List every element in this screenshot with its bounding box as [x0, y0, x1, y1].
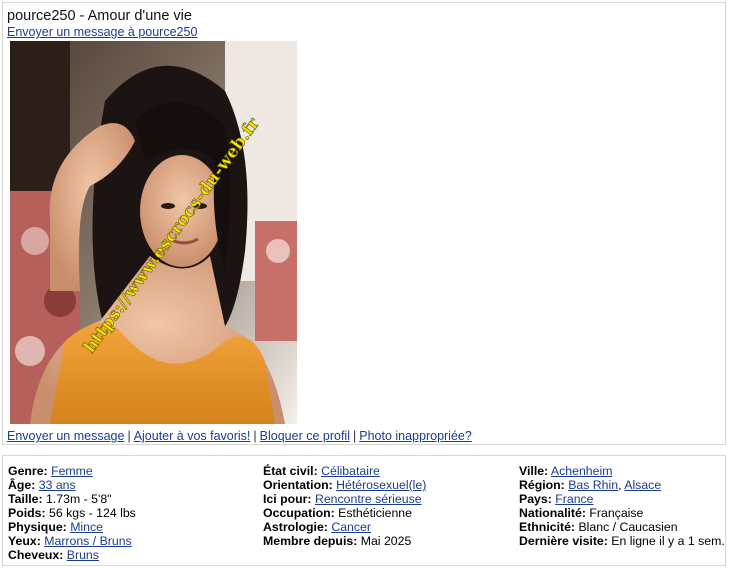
astrology-link[interactable]: Cancer: [331, 520, 371, 534]
detail-row-here-for: Ici pour: Rencontre sérieuse: [263, 492, 426, 506]
detail-label: Yeux:: [8, 534, 41, 548]
detail-label: Âge:: [8, 478, 36, 492]
detail-row-city: Ville: Achenheim: [519, 464, 725, 478]
weight-value: 56 kgs - 124 lbs: [49, 506, 136, 520]
detail-label: Région:: [519, 478, 565, 492]
detail-label: Occupation:: [263, 506, 335, 520]
detail-row-country: Pays: France: [519, 492, 725, 506]
detail-label: Nationalité:: [519, 506, 586, 520]
action-separator: |: [127, 429, 131, 443]
detail-row-occupation: Occupation: Esthéticienne: [263, 506, 426, 520]
age-link[interactable]: 33 ans: [39, 478, 76, 492]
detail-label: Physique:: [8, 520, 67, 534]
details-column-1: Genre: Femme Âge: 33 ans Taille: 1.73m -…: [8, 464, 136, 562]
detail-row-age: Âge: 33 ans: [8, 478, 136, 492]
detail-row-astrology: Astrologie: Cancer: [263, 520, 426, 534]
region-link[interactable]: Alsace: [624, 478, 661, 492]
detail-row-body: Physique: Mince: [8, 520, 136, 534]
action-separator: |: [352, 429, 357, 443]
detail-row-orientation: Orientation: Hétérosexuel(le): [263, 478, 426, 492]
detail-row-hair: Cheveux: Bruns: [8, 548, 136, 562]
hair-link[interactable]: Bruns: [67, 548, 99, 562]
detail-label: Ville:: [519, 464, 549, 478]
height-value: 1.73m - 5'8": [46, 492, 112, 506]
block-profile-action[interactable]: Bloquer ce profil: [260, 429, 350, 443]
detail-row-region: Région: Bas Rhin, Alsace: [519, 478, 725, 492]
send-message-link[interactable]: Envoyer un message à pource250: [7, 25, 197, 39]
ethnicity-value: Blanc / Caucasien: [578, 520, 678, 534]
detail-row-weight: Poids: 56 kgs - 124 lbs: [8, 506, 136, 520]
department-link[interactable]: Bas Rhin: [568, 478, 618, 492]
username: pource250: [7, 8, 76, 24]
details-column-3: Ville: Achenheim Région: Bas Rhin, Alsac…: [519, 464, 725, 548]
here-for-link[interactable]: Rencontre sérieuse: [315, 492, 422, 506]
add-favorite-action[interactable]: Ajouter à vos favoris!: [134, 429, 251, 443]
profile-title: pource250 - Amour d'une vie: [7, 8, 192, 24]
detail-label: Cheveux:: [8, 548, 64, 562]
detail-row-nationality: Nationalité: Française: [519, 506, 725, 520]
detail-row-eyes: Yeux: Marrons / Bruns: [8, 534, 136, 548]
action-separator: |: [253, 429, 257, 443]
profile-actions: Envoyer un message | Ajouter à vos favoris…: [7, 429, 472, 443]
genre-link[interactable]: Femme: [51, 464, 93, 478]
detail-label: État civil:: [263, 464, 318, 478]
details-column-2: État civil: Célibataire Orientation: Hét…: [263, 464, 426, 548]
detail-row-member-since: Membre depuis: Mai 2025: [263, 534, 426, 548]
country-link[interactable]: France: [555, 492, 593, 506]
eyes-link[interactable]: Marrons / Bruns: [44, 534, 131, 548]
marital-link[interactable]: Célibataire: [321, 464, 380, 478]
detail-label: Membre depuis:: [263, 534, 358, 548]
report-photo-action[interactable]: Photo inappropriée?: [359, 429, 472, 443]
detail-label: Pays:: [519, 492, 552, 506]
detail-row-genre: Genre: Femme: [8, 464, 136, 478]
detail-label: Genre:: [8, 464, 48, 478]
detail-label: Poids:: [8, 506, 46, 520]
nationality-value: Française: [589, 506, 644, 520]
detail-label: Dernière visite:: [519, 534, 608, 548]
profile-photo-image: https://www.escrocs-du-web.fr: [10, 41, 297, 424]
occupation-value: Esthéticienne: [338, 506, 412, 520]
detail-row-ethnicity: Ethnicité: Blanc / Caucasien: [519, 520, 725, 534]
detail-label: Ici pour:: [263, 492, 312, 506]
city-link[interactable]: Achenheim: [551, 464, 613, 478]
detail-label: Taille:: [8, 492, 43, 506]
member-since-value: Mai 2025: [360, 534, 412, 548]
title-separator: -: [75, 8, 88, 24]
detail-row-height: Taille: 1.73m - 5'8": [8, 492, 136, 506]
detail-row-last-visit: Dernière visite: En ligne il y a 1 sem.: [519, 534, 725, 548]
body-link[interactable]: Mince: [70, 520, 103, 534]
profile-photo[interactable]: https://www.escrocs-du-web.fr: [10, 41, 297, 424]
last-visit-value: En ligne il y a 1 sem.: [611, 534, 725, 548]
detail-label: Orientation:: [263, 478, 333, 492]
headline: Amour d'une vie: [87, 8, 192, 24]
detail-row-marital: État civil: Célibataire: [263, 464, 426, 478]
send-message-action[interactable]: Envoyer un message: [7, 429, 124, 443]
detail-label: Astrologie:: [263, 520, 328, 534]
detail-label: Ethnicité:: [519, 520, 576, 534]
orientation-link[interactable]: Hétérosexuel(le): [336, 478, 426, 492]
